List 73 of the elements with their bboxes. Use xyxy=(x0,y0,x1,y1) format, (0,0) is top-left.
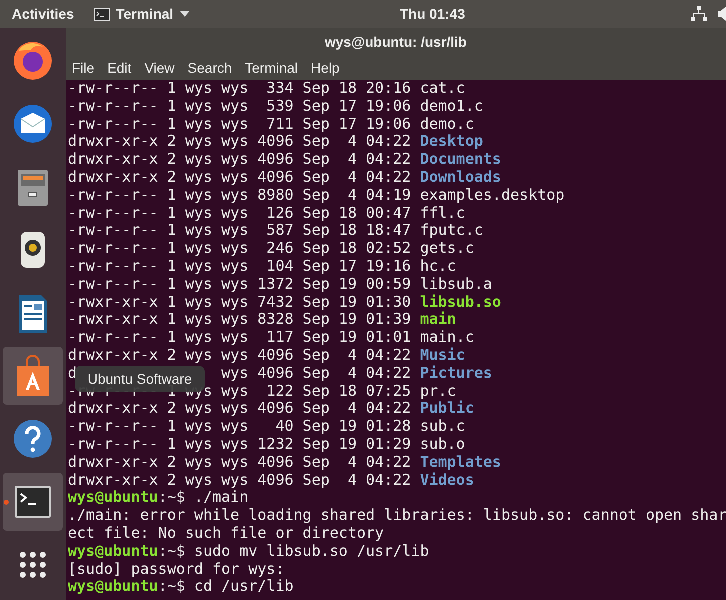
listing-details: -rw-r--r-- 1 wys wys 1232 Sep 19 01:29 xyxy=(68,436,412,454)
listing-details: -rw-r--r-- 1 wys wys 1372 Sep 19 00:59 xyxy=(68,276,412,294)
listing-details: -rw-r--r-- 1 wys wys 40 Sep 19 01:28 xyxy=(68,418,412,436)
listing-details: -rw-r--r-- 1 wys wys 246 Sep 18 02:52 xyxy=(68,240,412,258)
menu-item[interactable]: Terminal xyxy=(245,58,298,78)
listing-details: -rw-r--r-- 1 wys wys 8980 Sep 4 04:19 xyxy=(68,186,412,205)
listing-details: drwxr-xr-x 2 wys wys 4096 Sep 4 04:22 xyxy=(68,151,412,169)
listing-details: -rwxr-xr-x 1 wys wys 7432 Sep 19 01:30 xyxy=(68,294,412,312)
file-name: sub.c xyxy=(420,418,466,436)
listing-details: -rw-r--r-- 1 wys wys 711 Sep 17 19:06 xyxy=(68,116,412,134)
listing-details: d xyxy=(68,364,78,383)
listing-details: -rwxr-xr-x 1 wys wys 8328 Sep 19 01:39 xyxy=(68,311,412,330)
help-icon xyxy=(11,417,55,461)
listing-details: drwxr-xr-x 2 wys wys 4096 Sep 4 04:22 xyxy=(68,346,412,365)
file-name: examples.desktop xyxy=(420,186,565,205)
prompt: wys@ubuntu xyxy=(68,489,158,508)
file-name: Videos xyxy=(420,472,474,490)
listing-details: -rw-r--r-- 1 wys wys 126 Sep 18 00:47 xyxy=(68,204,412,222)
file-name: main.c xyxy=(420,329,474,347)
menu-item[interactable]: Search xyxy=(188,58,232,78)
listing-details: drwxr-xr-x 2 wys wys 4096 Sep 4 04:22 xyxy=(68,472,412,490)
file-name: main xyxy=(420,311,456,330)
command: :~$ ./main xyxy=(158,489,249,508)
output-line: ect file: No such file or directory xyxy=(68,524,384,543)
file-name: Templates xyxy=(420,454,502,472)
listing-details: -rw-r--r-- 1 wys wys 104 Sep 17 19:16 xyxy=(68,258,412,276)
file-name: libsub.a xyxy=(420,276,492,294)
dock-item[interactable] xyxy=(3,473,63,531)
dock-item[interactable] xyxy=(3,347,63,405)
speaker-icon[interactable] xyxy=(718,7,726,21)
command: :~$ sudo mv libsub.so /usr/lib xyxy=(158,542,430,561)
activities-button[interactable]: Activities xyxy=(12,4,74,24)
listing-details: -rw-r--r-- 1 wys wys 539 Sep 17 19:06 xyxy=(68,98,412,116)
terminal-icon xyxy=(94,8,110,20)
listing-details: drwxr-xr-x 2 wys wys 4096 Sep 4 04:22 xyxy=(68,133,412,152)
file-name: Desktop xyxy=(420,133,484,152)
clock[interactable]: Thu 01:43 xyxy=(400,4,466,24)
file-name: demo1.c xyxy=(420,98,484,116)
listing-details: drwxr-xr-x 2 wys wys 4096 Sep 4 04:22 xyxy=(68,454,412,472)
listing-details: drwxr-xr-x 2 wys wys 4096 Sep 4 04:22 xyxy=(68,168,412,187)
prompt: wys@ubuntu xyxy=(68,578,158,596)
file-name: cat.c xyxy=(420,80,466,98)
menu-item[interactable]: Help xyxy=(311,58,340,78)
network-icon[interactable] xyxy=(691,6,707,22)
file-name: Documents xyxy=(420,151,502,169)
caret-icon xyxy=(180,11,190,17)
listing-details: -rw-r--r-- 1 wys wys 334 Sep 18 20:16 xyxy=(68,80,412,98)
listing-details: wys 4096 Sep 4 04:22 xyxy=(222,364,412,383)
menu-item[interactable]: View xyxy=(144,58,175,78)
file-name: Pictures xyxy=(420,364,492,383)
firefox-icon xyxy=(11,39,55,83)
file-name: gets.c xyxy=(420,240,474,258)
file-name: libsub.so xyxy=(420,294,502,312)
output-line: [sudo] password for wys: xyxy=(68,560,285,578)
menu-item[interactable]: Edit xyxy=(108,58,132,78)
file-name: demo.c xyxy=(420,116,474,134)
file-name: Downloads xyxy=(420,168,502,187)
file-name: sub.o xyxy=(420,436,466,454)
file-name: ffl.c xyxy=(420,204,466,222)
mail-icon xyxy=(11,102,55,146)
file-name: fputc.c xyxy=(420,222,484,240)
file-name: pr.c xyxy=(420,382,456,400)
app-menu[interactable]: Terminal xyxy=(94,4,190,24)
file-name: Music xyxy=(420,346,466,365)
window-title: wys@ubuntu: /usr/lib xyxy=(325,32,467,52)
listing-details: -rw-r--r-- 1 wys wys 587 Sep 18 18:47 xyxy=(68,222,412,240)
menu-item[interactable]: File xyxy=(72,58,95,78)
file-name: hc.c xyxy=(420,258,456,276)
prompt: wys@ubuntu xyxy=(68,542,158,561)
file-name: Public xyxy=(420,400,474,418)
listing-details: -rw-r--r-- 1 wys wys 117 Sep 19 01:01 xyxy=(68,329,412,347)
listing-details: drwxr-xr-x 2 wys wys 4096 Sep 4 04:22 xyxy=(68,400,412,418)
command: :~$ cd /usr/lib xyxy=(158,578,294,596)
